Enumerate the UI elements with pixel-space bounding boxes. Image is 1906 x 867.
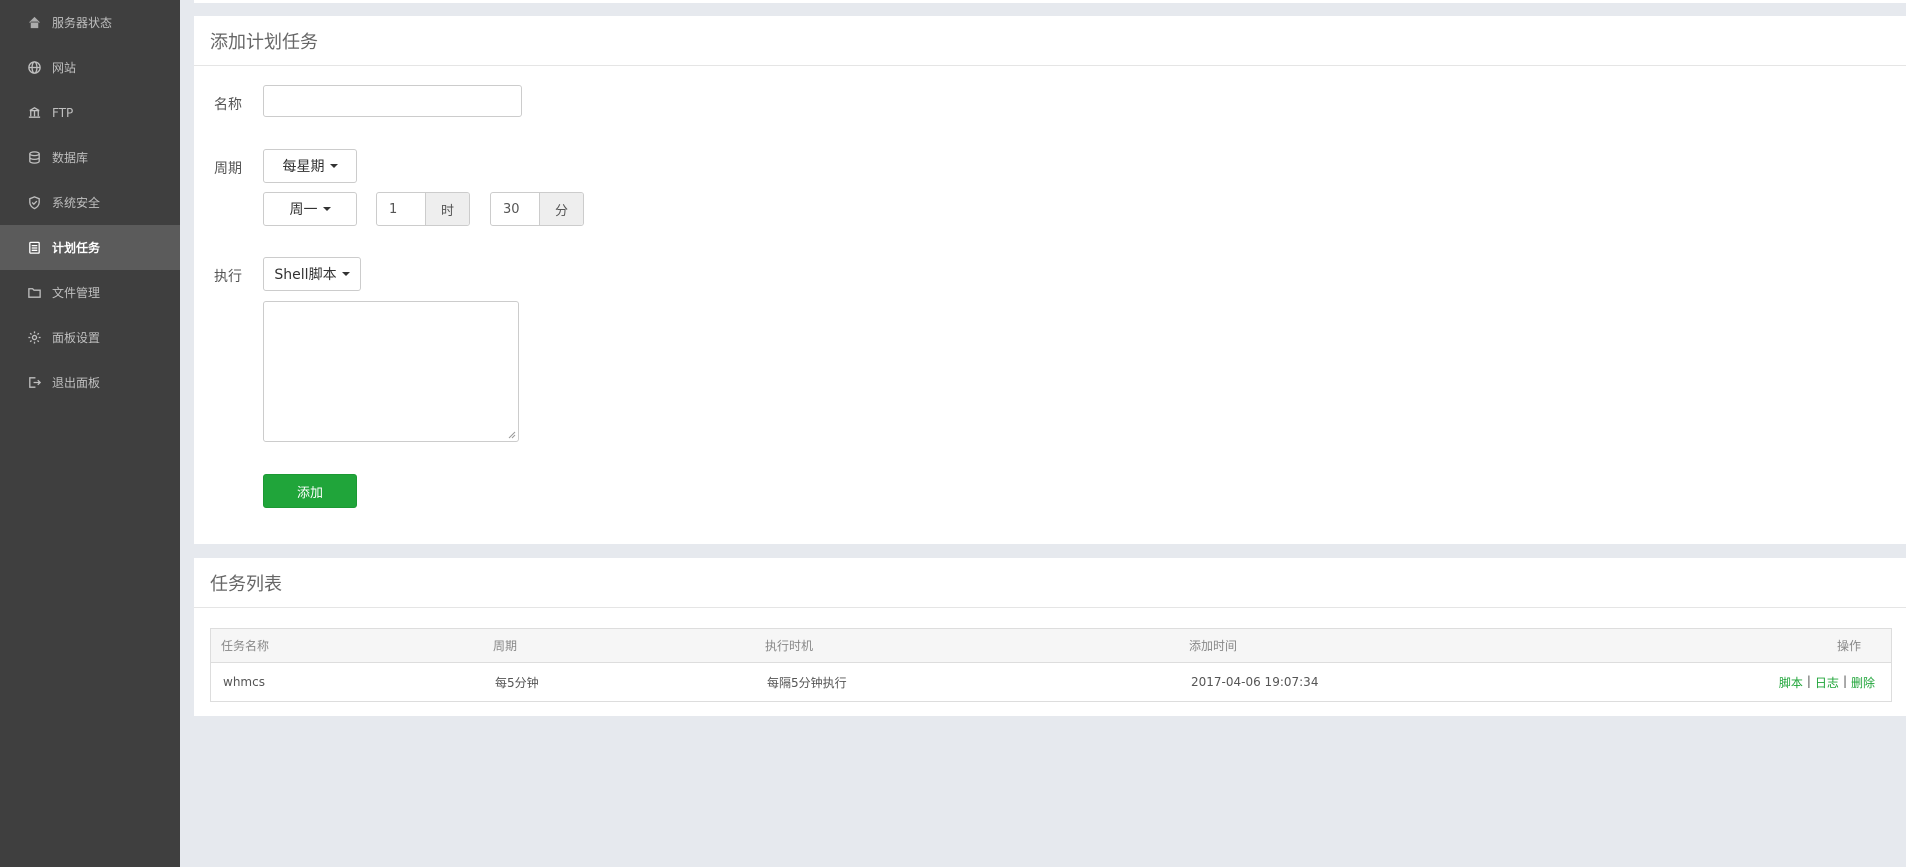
exec-type-dropdown[interactable]: Shell脚本 [263,257,361,291]
separator: | [1842,673,1847,688]
sidebar-item-ftp[interactable]: FTP [0,90,180,135]
period-dropdown-value: 每星期 [282,159,325,175]
delete-link[interactable]: 删除 [1851,674,1875,691]
database-icon [26,150,42,166]
script-textarea[interactable] [263,301,519,442]
sidebar: 服务器状态 网站 FTP 数据库 系统安全 计划任务 文件管理 面板设置 退出面… [0,0,180,867]
column-header-timing: 执行时机 [765,639,814,653]
hour-unit: 时 [425,193,469,225]
gear-icon [26,330,42,346]
name-label: 名称 [214,97,242,113]
home-icon [26,15,42,31]
resize-grip-icon[interactable] [508,431,516,439]
table-header: 任务名称 周期 执行时机 添加时间 操作 [211,629,1891,663]
add-task-panel: 添加计划任务 名称 周期 每星期 周一 1 时 30 分 执行 Shell脚本 … [194,16,1906,544]
table-row: whmcs 每5分钟 每隔5分钟执行 2017-04-06 19:07:34 脚… [211,663,1891,701]
shield-icon [26,195,42,211]
separator: | [1806,673,1811,688]
sidebar-item-website[interactable]: 网站 [0,45,180,90]
caret-down-icon [329,164,338,168]
period-dropdown[interactable]: 每星期 [263,149,357,183]
task-table: 任务名称 周期 执行时机 添加时间 操作 whmcs 每5分钟 每隔5分钟执行 … [210,628,1892,702]
caret-down-icon [341,272,350,276]
sidebar-item-panel-settings[interactable]: 面板设置 [0,315,180,360]
hour-input-group: 1 时 [376,192,470,226]
column-header-ops: 操作 [1836,639,1861,653]
sidebar-item-label: 文件管理 [52,286,101,300]
column-header-added: 添加时间 [1189,639,1238,653]
sidebar-item-security[interactable]: 系统安全 [0,180,180,225]
globe-icon [26,60,42,76]
top-panel-edge [194,0,1906,3]
sidebar-item-label: 服务器状态 [52,16,113,30]
exec-label: 执行 [214,269,242,285]
caret-down-icon [322,207,331,211]
column-header-period: 周期 [493,639,518,653]
sidebar-item-label: 系统安全 [52,196,101,210]
log-link[interactable]: 日志 [1815,674,1839,691]
calendar-icon [26,240,42,256]
hour-input[interactable]: 1 [377,193,425,225]
add-button[interactable]: 添加 [263,474,357,508]
sidebar-item-label: 数据库 [52,151,89,165]
task-list-panel: 任务列表 任务名称 周期 执行时机 添加时间 操作 whmcs 每5分钟 每隔5… [194,558,1906,716]
sidebar-item-scheduled-tasks[interactable]: 计划任务 [0,225,180,270]
minute-input-group: 30 分 [490,192,584,226]
script-link[interactable]: 脚本 [1779,674,1803,691]
task-ops-cell: 脚本 | 日志 | 删除 [1769,674,1891,691]
sidebar-item-label: 面板设置 [52,331,101,345]
add-task-title: 添加计划任务 [194,16,1906,66]
sidebar-item-label: 网站 [52,61,77,75]
weekday-dropdown-value: 周一 [289,202,318,218]
minute-input[interactable]: 30 [491,193,539,225]
sidebar-item-database[interactable]: 数据库 [0,135,180,180]
task-timing-cell: 每隔5分钟执行 [767,675,847,690]
exec-type-value: Shell脚本 [274,267,337,283]
sidebar-item-label: FTP [52,105,74,120]
task-name-cell: whmcs [223,675,265,689]
period-label: 周期 [214,161,242,177]
logout-icon [26,375,42,391]
task-name-input[interactable] [263,85,522,117]
sidebar-item-file-manager[interactable]: 文件管理 [0,270,180,315]
ftp-icon [26,105,42,121]
minute-unit: 分 [539,193,583,225]
sidebar-item-logout[interactable]: 退出面板 [0,360,180,405]
sidebar-item-label: 计划任务 [52,241,101,255]
folder-icon [26,285,42,301]
column-header-name: 任务名称 [221,639,270,653]
sidebar-item-label: 退出面板 [52,376,101,390]
task-period-cell: 每5分钟 [495,675,539,690]
weekday-dropdown[interactable]: 周一 [263,192,357,226]
sidebar-item-server-status[interactable]: 服务器状态 [0,0,180,45]
task-list-title: 任务列表 [194,558,1906,608]
task-added-cell: 2017-04-06 19:07:34 [1191,675,1319,689]
